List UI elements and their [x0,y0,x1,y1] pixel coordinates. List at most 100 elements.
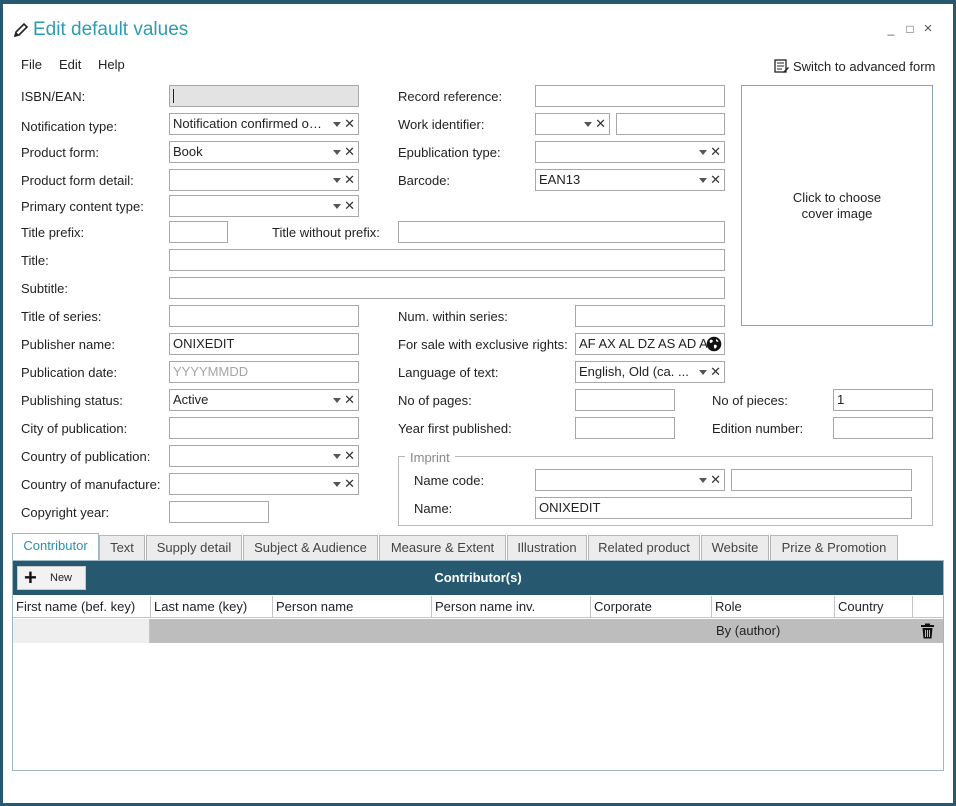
barcode-select[interactable]: EAN13 ✕ [535,169,725,191]
tab-related-product[interactable]: Related product [588,535,700,560]
copyright-year-input[interactable] [169,501,269,523]
header-divider [13,617,943,618]
num-within-series-input[interactable] [575,305,725,327]
publishing-status-label: Publishing status: [21,393,123,408]
year-first-published-input[interactable] [575,417,675,439]
name-code-select[interactable]: ✕ [535,469,725,491]
publishing-status-select[interactable]: Active ✕ [169,389,359,411]
new-contributor-button[interactable]: + New [17,566,86,590]
title-of-series-input[interactable] [169,305,359,327]
column-header-person-name[interactable]: Person name [273,596,432,618]
column-header-last-name[interactable]: Last name (key) [151,596,273,618]
chevron-down-icon[interactable] [699,370,707,375]
country-of-publication-select[interactable]: ✕ [169,445,359,467]
no-of-pieces-label: No of pieces: [712,393,788,408]
product-form-select[interactable]: Book ✕ [169,141,359,163]
city-of-publication-input[interactable] [169,417,359,439]
clear-icon[interactable]: ✕ [710,470,721,490]
chevron-down-icon[interactable] [333,150,341,155]
tab-subject-audience[interactable]: Subject & Audience [243,535,378,560]
chevron-down-icon[interactable] [333,482,341,487]
clear-icon[interactable]: ✕ [344,170,355,190]
menu-file[interactable]: File [21,57,42,72]
clear-icon[interactable]: ✕ [710,170,721,190]
edition-number-input[interactable] [833,417,933,439]
column-header-corporate[interactable]: Corporate [591,596,712,618]
language-of-text-select[interactable]: English, Old (ca. ... ✕ [575,361,725,383]
chevron-down-icon[interactable] [699,178,707,183]
work-identifier-type-select[interactable]: ✕ [535,113,610,135]
tab-measure-extent[interactable]: Measure & Extent [379,535,506,560]
clear-icon[interactable]: ✕ [710,142,721,162]
publication-date-input[interactable]: YYYYMMDD [169,361,359,383]
chevron-down-icon[interactable] [333,122,341,127]
epublication-type-select[interactable]: ✕ [535,141,725,163]
chevron-down-icon[interactable] [333,398,341,403]
chevron-down-icon[interactable] [333,204,341,209]
chevron-down-icon[interactable] [333,178,341,183]
name-code-input[interactable] [731,469,912,491]
record-reference-label: Record reference: [398,89,503,104]
year-first-published-label: Year first published: [398,421,512,436]
for-sale-exclusive-label: For sale with exclusive rights: [398,337,568,352]
clear-icon[interactable]: ✕ [344,114,355,134]
title-prefix-input[interactable] [169,221,228,243]
publisher-name-input[interactable]: ONIXEDIT [169,333,359,355]
clear-icon[interactable]: ✕ [344,474,355,494]
tab-prize-promotion[interactable]: Prize & Promotion [770,535,898,560]
tab-text[interactable]: Text [99,535,145,560]
chevron-down-icon[interactable] [333,454,341,459]
notification-type-select[interactable]: Notification confirmed on... ✕ [169,113,359,135]
copyright-year-label: Copyright year: [21,505,110,520]
clear-icon[interactable]: ✕ [344,196,355,216]
pencil-icon [13,22,29,38]
no-of-pages-label: No of pages: [398,393,472,408]
chevron-down-icon[interactable] [584,122,592,127]
no-of-pieces-input[interactable]: 1 [833,389,933,411]
country-of-manufacture-select[interactable]: ✕ [169,473,359,495]
primary-content-type-select[interactable]: ✕ [169,195,359,217]
column-header-person-name-inv[interactable]: Person name inv. [432,596,591,618]
work-identifier-input[interactable] [616,113,725,135]
clear-icon[interactable]: ✕ [344,142,355,162]
trash-icon[interactable] [920,623,935,639]
table-row[interactable] [13,619,943,643]
contributors-title: Contributor(s) [434,570,522,585]
chevron-down-icon[interactable] [699,150,707,155]
clear-icon[interactable]: ✕ [595,114,606,134]
column-header-role[interactable]: Role [712,596,835,618]
publisher-name-label: Publisher name: [21,337,115,352]
menu-help[interactable]: Help [98,57,125,72]
column-header-first-name[interactable]: First name (bef. key) [13,596,151,618]
cover-image-picker[interactable]: Click to choose cover image [741,85,933,326]
menu-edit[interactable]: Edit [59,57,81,72]
subtitle-input[interactable] [169,277,725,299]
notification-type-label: Notification type: [21,119,118,134]
minimize-button[interactable]: _ [884,22,898,36]
maximize-button[interactable]: □ [903,22,917,36]
title-without-prefix-input[interactable] [398,221,725,243]
close-button[interactable]: × [921,21,935,36]
tab-illustration[interactable]: Illustration [507,535,587,560]
record-reference-input[interactable] [535,85,725,107]
chevron-down-icon[interactable] [699,478,707,483]
isbn-label: ISBN/EAN: [21,89,86,104]
tab-contributor[interactable]: Contributor [12,533,99,561]
clear-icon[interactable]: ✕ [344,446,355,466]
clear-icon[interactable]: ✕ [710,362,721,382]
tab-website[interactable]: Website [701,535,769,560]
first-name-cell[interactable] [13,619,150,643]
switch-advanced-form-link[interactable]: Switch to advanced form [773,58,935,74]
for-sale-exclusive-input[interactable]: AF AX AL DZ AS AD A [575,333,725,355]
imprint-name-label: Name: [414,501,453,516]
imprint-name-input[interactable]: ONIXEDIT [535,497,912,519]
column-header-country[interactable]: Country [835,596,913,618]
product-form-detail-select[interactable]: ✕ [169,169,359,191]
globe-icon[interactable] [706,336,722,352]
no-of-pages-input[interactable] [575,389,675,411]
role-cell[interactable]: By (author) [716,619,780,643]
title-input[interactable] [169,249,725,271]
isbn-input[interactable] [169,85,359,107]
tab-supply-detail[interactable]: Supply detail [146,535,242,560]
clear-icon[interactable]: ✕ [344,390,355,410]
